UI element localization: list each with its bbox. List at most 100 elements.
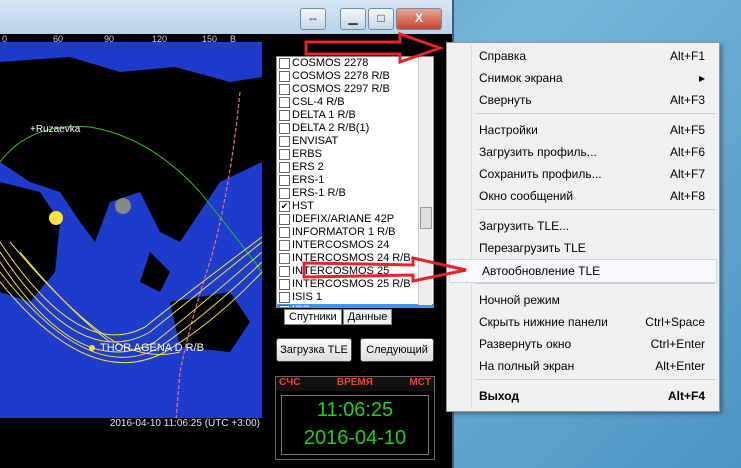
satellite-name: INTERCOSMOS 24 <box>292 239 390 251</box>
clock-mode-mst[interactable]: MCT <box>409 377 431 391</box>
satellite-checkbox[interactable] <box>279 214 290 225</box>
satellite-list-item[interactable]: ✔ISS <box>277 304 433 307</box>
satellite-checkbox[interactable] <box>279 279 290 290</box>
satellite-checkbox[interactable] <box>279 97 290 108</box>
satellite-list-item[interactable]: INTERCOSMOS 24 <box>277 239 433 252</box>
satellite-name: INFORMATOR 1 R/B <box>292 226 396 238</box>
clock-mode-ssc[interactable]: CЧC <box>279 377 300 391</box>
menu-item[interactable]: Автообновление TLE <box>449 259 717 283</box>
satellite-list-item[interactable]: ERS 2 <box>277 161 433 174</box>
satellite-name: COSMOS 2297 R/B <box>292 83 390 95</box>
menu-item[interactable]: Ночной режим <box>447 289 719 311</box>
satellite-list-item[interactable]: CSL-4 R/B <box>277 96 433 109</box>
satellite-list-item[interactable]: DELTA 1 R/B <box>277 109 433 122</box>
next-button[interactable]: Следующий <box>360 338 434 362</box>
satellite-name: CSL-4 R/B <box>292 96 345 108</box>
menu-separator <box>475 209 715 210</box>
menu-item-label: Свернуть <box>479 93 532 107</box>
menu-item[interactable]: Справка Alt+F1 <box>447 45 719 67</box>
satellite-list-item[interactable]: ERS-1 R/B <box>277 187 433 200</box>
satellite-list-item[interactable]: ERBS <box>277 148 433 161</box>
maximize-icon: □ <box>377 11 385 25</box>
satellite-name: ERS-1 <box>292 174 325 186</box>
menu-item-label: Загрузить профиль... <box>479 145 597 159</box>
menu-item[interactable]: Снимок экрана ▸ <box>447 67 719 89</box>
satellite-list-item[interactable]: COSMOS 2278 R/B <box>277 70 433 83</box>
map-graphics <box>0 57 262 432</box>
menu-item[interactable]: Свернуть Alt+F3 <box>447 89 719 111</box>
tab-satellites[interactable]: Спутники <box>284 309 342 325</box>
satellite-name: ENVISAT <box>292 135 339 147</box>
satellite-name: ISS <box>292 304 310 307</box>
satellite-checkbox[interactable] <box>279 175 290 186</box>
clock-display: 11:06:25 2016-04-10 <box>281 395 429 455</box>
satellite-list-item[interactable]: DELTA 2 R/B(1) <box>277 122 433 135</box>
satellite-checkbox[interactable] <box>279 58 290 69</box>
minimize-button[interactable]: ▁ <box>340 8 366 30</box>
menu-item[interactable]: Перезагрузить TLE <box>447 237 719 259</box>
menu-item[interactable]: Выход Alt+F4 <box>447 385 719 407</box>
satellite-marker[interactable] <box>89 345 95 351</box>
menu-item[interactable]: Окно сообщений Alt+F8 <box>447 185 719 207</box>
menu-item-label: Выход <box>479 389 520 403</box>
satellite-checkbox[interactable] <box>279 123 290 134</box>
world-map[interactable]: +Ruzaevka THOR AGENA D R/B <box>0 42 262 432</box>
satellite-name: ERS-1 R/B <box>292 187 346 199</box>
satellite-list-item[interactable]: IDEFIX/ARIANE 42P <box>277 213 433 226</box>
menu-item-shortcut: Alt+F8 <box>669 189 705 203</box>
tab-data[interactable]: Данные <box>342 309 393 325</box>
menu-item-shortcut: ▸ <box>698 71 705 85</box>
satellite-list-item[interactable]: ENVISAT <box>277 135 433 148</box>
satellite-list-item[interactable]: COSMOS 2297 R/B <box>277 83 433 96</box>
satellite-checkbox[interactable] <box>279 84 290 95</box>
satellite-list-item[interactable]: ✔ HST <box>277 200 433 213</box>
menu-item[interactable]: Загрузить TLE... <box>447 215 719 237</box>
satellite-label: THOR AGENA D R/B <box>100 342 204 354</box>
satellite-name: IDEFIX/ARIANE 42P <box>292 213 395 225</box>
satellite-checkbox[interactable] <box>279 71 290 82</box>
close-icon: X <box>414 11 423 25</box>
menu-item[interactable]: Загрузить профиль... Alt+F6 <box>447 141 719 163</box>
satellite-checkbox[interactable] <box>279 149 290 160</box>
resize-icon: ⇔ <box>307 11 319 25</box>
menu-item-shortcut: Alt+F7 <box>669 167 705 181</box>
satellite-name: COSMOS 2278 R/B <box>292 70 390 82</box>
satellite-name: ISIS 1 <box>292 291 322 303</box>
clock-time: 11:06:25 <box>316 399 394 421</box>
satellite-checkbox[interactable] <box>279 240 290 251</box>
menu-item-label: Сохранить профиль... <box>479 167 602 181</box>
scrollbar-thumb[interactable] <box>420 207 432 229</box>
menu-item[interactable]: Сохранить профиль... Alt+F7 <box>447 163 719 185</box>
menu-item[interactable]: Настройки Alt+F5 <box>447 119 719 141</box>
menu-item[interactable]: Развернуть окно Ctrl+Enter <box>447 333 719 355</box>
clock-panel: CЧC ВРЕМЯ MCT 11:06:25 2016-04-10 <box>275 376 435 460</box>
clock-mode-time[interactable]: ВРЕМЯ <box>337 377 373 391</box>
menu-item[interactable]: На полный экран Alt+Enter <box>447 355 719 377</box>
satellite-name: HST <box>292 200 314 212</box>
landmass-africa <box>0 182 60 302</box>
satellite-checkbox[interactable] <box>279 292 290 303</box>
satellite-checkbox[interactable] <box>279 253 290 264</box>
satellite-checkbox[interactable] <box>279 227 290 238</box>
satellite-list-item[interactable]: INFORMATOR 1 R/B <box>277 226 433 239</box>
satellite-checkbox[interactable]: ✔ <box>279 201 290 212</box>
satellite-checkbox[interactable] <box>279 188 290 199</box>
menu-separator <box>475 283 715 284</box>
menu-item-label: Справка <box>479 49 527 63</box>
landmass-islands <box>140 252 170 292</box>
annotation-arrow-autoupdate <box>302 256 467 283</box>
satellite-checkbox[interactable] <box>279 110 290 121</box>
satellite-checkbox[interactable] <box>279 162 290 173</box>
satellite-list-item[interactable]: ISIS 1 <box>277 291 433 304</box>
close-button[interactable]: X <box>396 8 442 30</box>
satellite-checkbox[interactable]: ✔ <box>279 305 290 307</box>
load-tle-button[interactable]: Загрузка TLE <box>276 338 352 362</box>
maximize-button[interactable]: □ <box>368 8 394 30</box>
restore-size-button[interactable]: ⇔ <box>300 8 326 30</box>
satellite-checkbox[interactable] <box>279 136 290 147</box>
satellite-list-item[interactable]: ERS-1 <box>277 174 433 187</box>
satellite-name: DELTA 1 R/B <box>292 109 356 121</box>
menu-item[interactable]: Скрыть нижние панели Ctrl+Space <box>447 311 719 333</box>
satellite-checkbox[interactable] <box>279 266 290 277</box>
menu-item-label: Ночной режим <box>479 293 560 307</box>
